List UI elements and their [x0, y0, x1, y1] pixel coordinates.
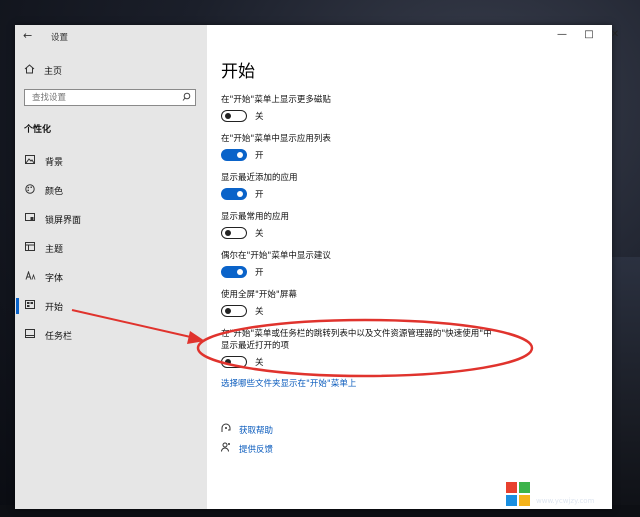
settings-window: ← 设置 主页 个性化 背景 颜色: [15, 25, 619, 509]
sidebar-item-taskbar[interactable]: 任务栏: [15, 324, 207, 346]
setting-suggestions: 偶尔在"开始"菜单中显示建议 开: [221, 249, 331, 278]
page-title: 开始: [221, 62, 255, 82]
more-tiles-toggle[interactable]: [221, 110, 247, 122]
selection-indicator: [16, 298, 19, 314]
choose-folders-link[interactable]: 选择哪些文件夹显示在"开始"菜单上: [221, 377, 356, 389]
windows-logo-icon: [505, 481, 531, 507]
most-used-toggle[interactable]: [221, 227, 247, 239]
sidebar-item-label: 背景: [45, 157, 64, 168]
setting-recently-added: 显示最近添加的应用 开: [221, 171, 298, 200]
get-help-link[interactable]: 获取帮助: [221, 423, 273, 436]
taskbar-icon: [24, 329, 36, 341]
sidebar-item-label: 任务栏: [45, 331, 73, 342]
title-bar: ← 设置: [15, 25, 207, 47]
palette-icon: [24, 183, 36, 197]
minimize-button[interactable]: —: [555, 29, 569, 40]
watermark-url: www.ycwjzy.com: [536, 496, 595, 505]
content-pane: — □ ✕ 开始 在"开始"菜单上显示更多磁贴 关 在"开始"菜单中显示应用列表…: [207, 25, 619, 509]
background-image-icon: [24, 155, 36, 167]
sidebar-item-colors[interactable]: 颜色: [15, 179, 207, 201]
start-icon: [24, 300, 36, 312]
sidebar-item-fonts[interactable]: 字体: [15, 266, 207, 288]
setting-more-tiles: 在"开始"菜单上显示更多磁贴 关: [221, 93, 331, 122]
feedback-icon: [221, 442, 231, 455]
maximize-button[interactable]: □: [582, 29, 596, 40]
recent-items-toggle[interactable]: [221, 356, 247, 368]
setting-label: 显示最常用的应用: [221, 212, 290, 222]
sidebar-item-background[interactable]: 背景: [15, 150, 207, 172]
watermark-title: 纯净系统之家: [536, 482, 609, 497]
back-button[interactable]: ←: [23, 29, 32, 42]
theme-icon: [24, 242, 36, 254]
get-help-label: 获取帮助: [239, 425, 274, 436]
font-icon: [24, 270, 36, 283]
setting-fullscreen-start: 使用全屏"开始"屏幕 关: [221, 288, 297, 317]
toggle-state: 关: [255, 112, 264, 122]
app-title: 设置: [51, 33, 69, 43]
home-icon: [24, 64, 35, 77]
sidebar-item-label: 开始: [45, 302, 64, 313]
setting-label: 显示最近添加的应用: [221, 173, 298, 183]
toggle-state: 开: [255, 151, 264, 161]
sidebar-item-home[interactable]: 主页: [24, 64, 62, 77]
toggle-state: 关: [255, 229, 264, 239]
setting-app-list: 在"开始"菜单中显示应用列表 开: [221, 132, 331, 161]
setting-label: 在"开始"菜单上显示更多磁贴: [221, 95, 331, 105]
feedback-label: 提供反馈: [239, 444, 274, 455]
toggle-state: 关: [255, 358, 264, 368]
sidebar: ← 设置 主页 个性化 背景 颜色: [15, 25, 207, 509]
fullscreen-start-toggle[interactable]: [221, 305, 247, 317]
setting-most-used: 显示最常用的应用 关: [221, 210, 289, 239]
sidebar-item-themes[interactable]: 主题: [15, 237, 207, 259]
search-box[interactable]: [24, 89, 196, 106]
recently-added-toggle[interactable]: [221, 188, 247, 200]
toggle-state: 开: [255, 190, 264, 200]
section-title: 个性化: [24, 125, 52, 135]
suggestions-toggle[interactable]: [221, 266, 247, 278]
setting-label: 在"开始"菜单中显示应用列表: [221, 134, 331, 144]
setting-label-line1: 在"开始"菜单或任务栏的跳转列表中以及文件资源管理器的"快速使用"中: [221, 329, 492, 339]
sidebar-item-label: 主题: [45, 244, 64, 255]
setting-recent-items: 在"开始"菜单或任务栏的跳转列表中以及文件资源管理器的"快速使用"中 显示最近打…: [221, 327, 492, 368]
feedback-link[interactable]: 提供反馈: [221, 442, 273, 455]
toggle-state: 关: [255, 307, 264, 317]
search-input[interactable]: [30, 92, 174, 104]
sidebar-item-label: 字体: [45, 273, 64, 284]
help-icon: [221, 423, 231, 436]
watermark: 纯净系统之家 www.ycwjzy.com: [505, 481, 608, 507]
sidebar-home-label: 主页: [44, 67, 63, 77]
sidebar-item-lock-screen[interactable]: 锁屏界面: [15, 208, 207, 230]
toggle-state: 开: [255, 268, 264, 278]
sidebar-item-label: 锁屏界面: [45, 215, 82, 226]
search-icon[interactable]: [182, 92, 191, 104]
setting-label: 偶尔在"开始"菜单中显示建议: [221, 251, 331, 261]
app-list-toggle[interactable]: [221, 149, 247, 161]
lock-screen-icon: [24, 213, 36, 225]
sidebar-item-start[interactable]: 开始: [15, 295, 207, 317]
setting-label: 使用全屏"开始"屏幕: [221, 290, 297, 300]
setting-label-line2: 显示最近打开的项: [221, 341, 290, 351]
close-button[interactable]: ✕: [608, 29, 622, 40]
sidebar-item-label: 颜色: [45, 186, 64, 197]
